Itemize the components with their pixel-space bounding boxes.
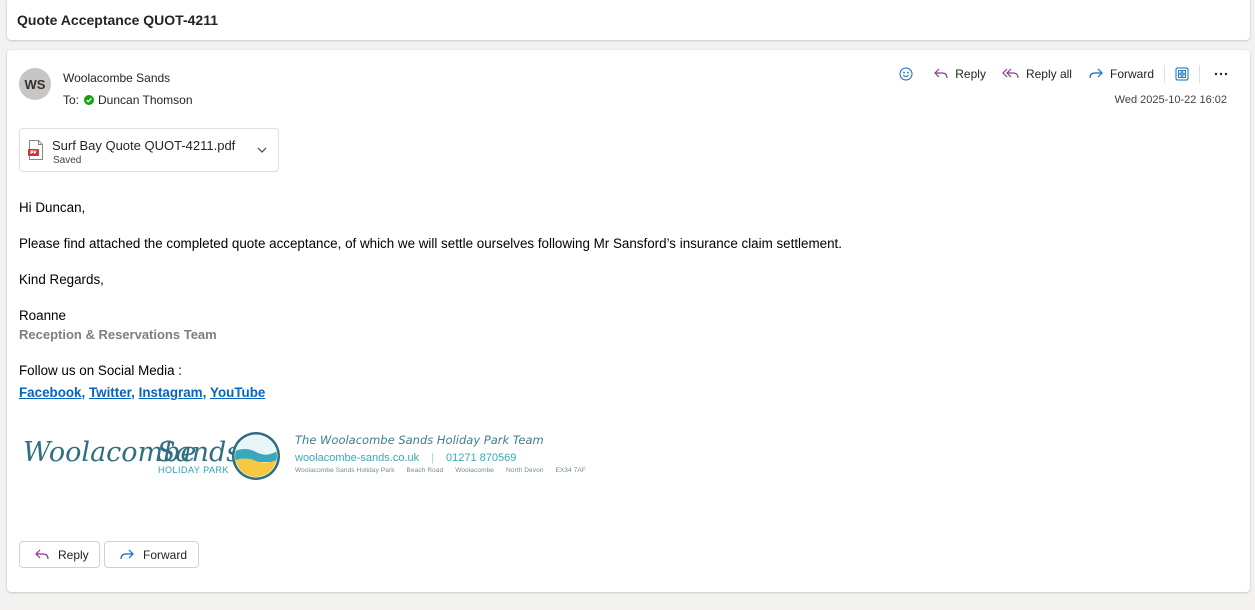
facebook-link[interactable]: Facebook xyxy=(19,385,82,400)
forward-icon xyxy=(120,549,134,559)
reply-all-icon xyxy=(1002,68,1019,79)
more-horizontal-icon xyxy=(1214,72,1228,76)
logo-emblem-icon xyxy=(232,432,280,480)
more-actions-button[interactable] xyxy=(1214,67,1228,81)
signature-team-line: The Woolacombe Sands Holiday Park Team xyxy=(295,433,544,447)
emoji-reaction-button[interactable] xyxy=(899,67,913,81)
social-heading: Follow us on Social Media : xyxy=(19,363,182,378)
address-line: EX34 7AF xyxy=(555,467,586,474)
logo-subtitle: HOLIDAY PARK xyxy=(158,465,229,475)
grid-view-icon xyxy=(1175,67,1189,81)
subject-bar: Quote Acceptance QUOT-4211 xyxy=(7,0,1250,40)
address-line: Beach Road xyxy=(406,467,444,474)
signature-contact: woolacombe-sands.co.uk | 01271 870569 xyxy=(295,452,596,464)
sender-avatar[interactable]: WS xyxy=(19,68,51,100)
chevron-down-icon[interactable] xyxy=(256,144,268,156)
social-links: Facebook, Twitter, Instagram, YouTube xyxy=(19,385,266,400)
signature-website: woolacombe-sands.co.uk xyxy=(295,452,420,464)
forward-icon xyxy=(1089,68,1103,79)
smiley-icon xyxy=(899,67,913,81)
reply-all-button[interactable]: Reply all xyxy=(1002,67,1072,81)
recipient-line: To: Duncan Thomson xyxy=(63,93,193,107)
immersive-reader-button[interactable] xyxy=(1175,67,1189,81)
body-paragraph: Please find attached the completed quote… xyxy=(19,236,842,251)
attachment-filename: Surf Bay Quote QUOT-4211.pdf xyxy=(52,138,236,153)
reply-icon xyxy=(934,68,948,79)
reply-label: Reply xyxy=(955,67,986,81)
action-divider xyxy=(1164,65,1165,83)
bottom-forward-button[interactable]: Forward xyxy=(104,541,199,568)
recipient-name[interactable]: Duncan Thomson xyxy=(98,93,193,107)
youtube-link[interactable]: YouTube xyxy=(210,385,265,400)
woolacombe-sands-logo: Woolacombe Sands HOLIDAY PARK xyxy=(23,428,285,482)
message-date: Wed 2025-10-22 16:02 xyxy=(1114,94,1227,106)
signer-name: Roanne xyxy=(19,308,66,323)
reply-all-label: Reply all xyxy=(1025,67,1072,81)
signature-address: Woolacombe Sands Holiday Park Beach Road… xyxy=(295,467,596,474)
presence-available-icon xyxy=(84,95,95,105)
sender-name[interactable]: Woolacombe Sands xyxy=(63,71,170,85)
reply-icon xyxy=(35,549,49,559)
closing: Kind Regards, xyxy=(19,272,104,287)
attachment-card[interactable]: Surf Bay Quote QUOT-4211.pdf Saved xyxy=(19,128,279,172)
reply-button[interactable]: Reply xyxy=(933,67,986,81)
instagram-link[interactable]: Instagram, xyxy=(139,385,207,400)
bottom-reply-label: Reply xyxy=(58,547,89,562)
bottom-forward-label: Forward xyxy=(143,547,188,562)
attachment-status: Saved xyxy=(53,155,82,166)
forward-label: Forward xyxy=(1109,67,1154,81)
to-label: To: xyxy=(63,93,80,107)
forward-button[interactable]: Forward xyxy=(1088,67,1154,81)
address-line: North Devon xyxy=(505,467,544,474)
message-actions: Reply Reply all Forward xyxy=(883,64,1228,84)
logo-word-sands: Sands xyxy=(157,437,240,468)
message-card: WS Woolacombe Sands To: Duncan Thomson R… xyxy=(7,50,1250,592)
twitter-link[interactable]: Twitter xyxy=(89,385,131,400)
contact-divider: | xyxy=(431,452,434,464)
signature-details: The Woolacombe Sands Holiday Park Team w… xyxy=(295,433,596,474)
action-divider xyxy=(1199,65,1200,83)
signature-phone: 01271 870569 xyxy=(445,452,517,464)
signer-team: Reception & Reservations Team xyxy=(19,327,217,342)
pdf-file-icon xyxy=(28,140,43,160)
address-line: Woolacombe Sands Holiday Park xyxy=(295,467,395,474)
bottom-reply-button[interactable]: Reply xyxy=(19,541,100,568)
greeting: Hi Duncan, xyxy=(19,200,86,215)
email-subject: Quote Acceptance QUOT-4211 xyxy=(17,12,218,28)
address-line: Woolacombe xyxy=(455,467,495,474)
